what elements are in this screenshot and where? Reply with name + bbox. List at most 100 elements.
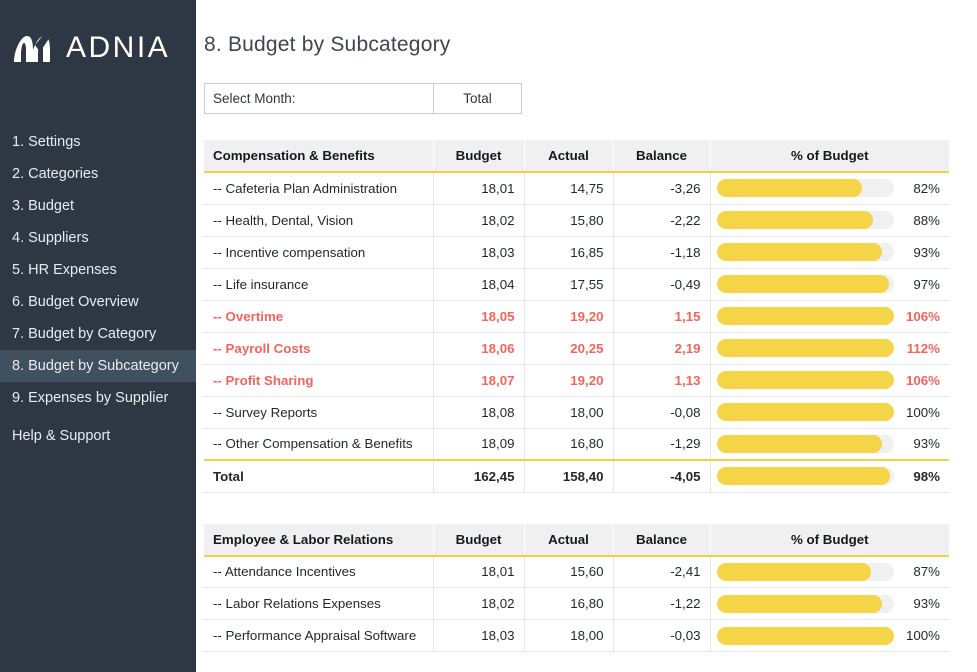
cell-balance: -0,08 — [613, 396, 711, 429]
progress-bar-track — [716, 403, 894, 421]
table-row: -- Payroll Costs 18,06 20,25 2,19 112% — [204, 332, 949, 365]
table-row: -- Other Compensation & Benefits 18,09 16,… — [204, 428, 949, 461]
progress-bar: 100% — [716, 403, 940, 421]
progress-bar-fill — [716, 371, 894, 389]
progress-bar-track — [716, 307, 894, 325]
cell-budget: 18,01 — [433, 555, 525, 588]
column-header-budget: Budget — [433, 140, 525, 173]
row-label: Total — [204, 459, 434, 493]
brand-name-thin: IA — [136, 31, 171, 64]
row-label: -- Other Compensation & Benefits — [204, 428, 434, 461]
sidebar-item-2-categories[interactable]: 2. Categories — [0, 158, 196, 190]
budget-table: Compensation & Benefits Budget Actual Balan… — [204, 140, 949, 493]
progress-bar: 87% — [716, 562, 940, 581]
progress-bar-fill — [716, 594, 882, 613]
cell-actual: 18,00 — [524, 396, 614, 429]
progress-bar: 88% — [716, 211, 940, 229]
brand: ADNIA — [0, 0, 196, 96]
cell-percent-of-budget: 93% — [710, 587, 949, 620]
sidebar: ADNIA 1. Settings 2. Categories 3. Budget 4… — [0, 0, 196, 672]
row-label: -- Life insurance — [204, 268, 434, 301]
cell-percent-of-budget: 82% — [710, 172, 949, 205]
cell-balance: -1,29 — [613, 428, 711, 461]
progress-bar-fill — [716, 403, 894, 421]
table-category-header: Compensation & Benefits — [204, 140, 434, 173]
progress-bar: 106% — [716, 371, 940, 389]
cell-percent-of-budget: 100% — [710, 619, 949, 652]
progress-bar-value: 93% — [913, 436, 940, 452]
cell-percent-of-budget: 98% — [710, 459, 949, 493]
progress-bar-fill — [716, 626, 894, 645]
table-category-header: Employee & Labor Relations — [204, 523, 434, 557]
row-label: -- Incentive compensation — [204, 236, 434, 269]
sidebar-item-8-budget-by-subcategory[interactable]: 8. Budget by Subcategory — [0, 350, 196, 382]
progress-bar-fill — [716, 467, 891, 486]
progress-bar-fill — [716, 307, 894, 325]
row-label: -- Cafeteria Plan Administration — [204, 172, 434, 205]
cell-actual: 19,20 — [524, 364, 614, 397]
cell-budget: 18,05 — [433, 300, 525, 333]
cell-balance: 1,15 — [613, 300, 711, 333]
sidebar-item-3-budget[interactable]: 3. Budget — [0, 190, 196, 222]
progress-bar-value: 93% — [913, 596, 940, 611]
column-header-balance: Balance — [613, 523, 711, 557]
row-label: -- Performance Appraisal Software — [204, 619, 434, 652]
progress-bar-value: 112% — [906, 340, 940, 356]
cell-budget: 18,03 — [433, 236, 525, 269]
cell-budget: 162,45 — [433, 459, 525, 493]
table-row: -- Cafeteria Plan Administration 18,01 14,… — [204, 172, 949, 205]
sidebar-item-6-budget-overview[interactable]: 6. Budget Overview — [0, 286, 196, 318]
cell-balance: -1,18 — [613, 236, 711, 269]
cell-actual: 14,75 — [524, 172, 614, 205]
cell-budget: 18,02 — [433, 204, 525, 237]
row-label: -- Health, Dental, Vision — [204, 204, 434, 237]
table-header-row: Compensation & Benefits Budget Actual Balan… — [204, 140, 949, 173]
table-row: -- Performance Appraisal Software 18,03 18… — [204, 619, 949, 652]
progress-bar: 82% — [716, 179, 940, 198]
cell-budget: 18,02 — [433, 587, 525, 620]
progress-bar: 98% — [716, 467, 940, 486]
progress-bar-track — [716, 275, 894, 293]
column-header-balance: Balance — [613, 140, 711, 173]
cell-actual: 15,80 — [524, 204, 614, 237]
cell-balance: -4,05 — [613, 459, 711, 493]
progress-bar-fill — [716, 434, 882, 453]
cell-budget: 18,06 — [433, 332, 525, 365]
main-content: 8. Budget by Subcategory Select Month: T… — [196, 0, 977, 672]
progress-bar-fill — [716, 275, 889, 293]
sidebar-item-1-settings[interactable]: 1. Settings — [0, 126, 196, 158]
cell-percent-of-budget: 93% — [710, 428, 949, 461]
cell-actual: 16,80 — [524, 587, 614, 620]
progress-bar-track — [716, 626, 894, 645]
progress-bar-value: 88% — [913, 212, 940, 228]
progress-bar-fill — [716, 562, 871, 581]
progress-bar-fill — [716, 339, 894, 357]
progress-bar-track — [716, 211, 894, 229]
progress-bar-value: 106% — [905, 308, 940, 324]
cell-budget: 18,04 — [433, 268, 525, 301]
sidebar-item-5-hr-expenses[interactable]: 5. HR Expenses — [0, 254, 196, 286]
row-label: -- Attendance Incentives — [204, 555, 434, 588]
sidebar-item-7-budget-by-category[interactable]: 7. Budget by Category — [0, 318, 196, 350]
row-label: -- Labor Relations Expenses — [204, 587, 434, 620]
column-header-actual: Actual — [524, 140, 614, 173]
progress-bar-value: 98% — [913, 468, 940, 484]
sidebar-item-9-expenses-by-supplier[interactable]: 9. Expenses by Supplier — [0, 382, 196, 414]
sidebar-item-help-support[interactable]: Help & Support — [0, 420, 196, 452]
cell-budget: 18,08 — [433, 396, 525, 429]
row-label: -- Payroll Costs — [204, 332, 434, 365]
progress-bar-value: 100% — [905, 404, 940, 420]
cell-budget: 18,09 — [433, 428, 525, 461]
cell-balance: -0,03 — [613, 619, 711, 652]
table-row: -- Health, Dental, Vision 18,02 15,80 -2,22… — [204, 204, 949, 237]
cell-balance: -2,41 — [613, 555, 711, 588]
progress-bar-value: 87% — [913, 564, 940, 580]
sidebar-item-4-suppliers[interactable]: 4. Suppliers — [0, 222, 196, 254]
column-header-of-budget: % of Budget — [710, 140, 949, 173]
cell-balance: -2,22 — [613, 204, 711, 237]
cell-balance: -3,26 — [613, 172, 711, 205]
cell-balance: 2,19 — [613, 332, 711, 365]
progress-bar-track — [716, 371, 894, 389]
month-selector-value[interactable]: Total — [433, 84, 521, 113]
cell-budget: 18,01 — [433, 172, 525, 205]
